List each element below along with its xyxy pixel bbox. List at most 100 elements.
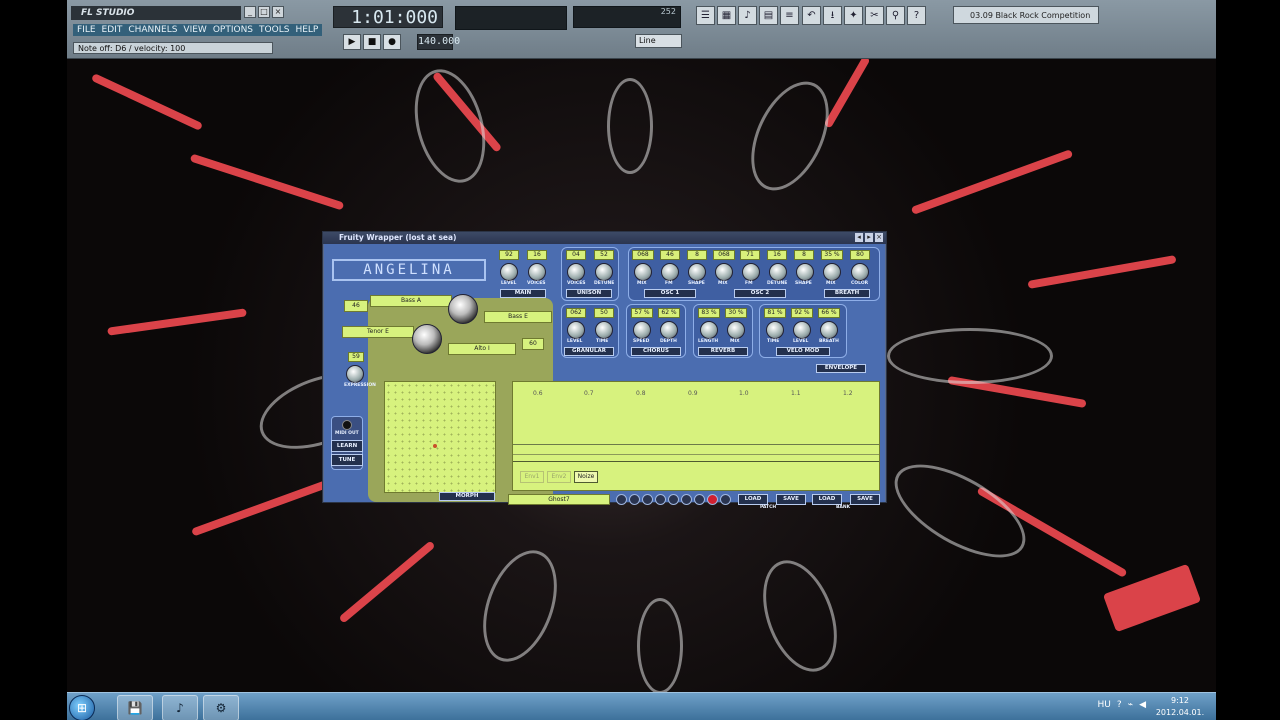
breath-mix-knob[interactable] xyxy=(823,263,841,281)
patch-nav-button[interactable] xyxy=(668,494,679,505)
expression-knob[interactable] xyxy=(346,365,364,383)
plugin-title[interactable]: Fruity Wrapper (lost at sea) xyxy=(323,232,886,244)
browser-icon[interactable]: ▤ xyxy=(759,6,778,25)
learn-button[interactable]: LEARN xyxy=(331,440,363,452)
playlist-icon[interactable]: ☰ xyxy=(696,6,715,25)
maximize-button[interactable]: □ xyxy=(258,6,270,18)
patch-name-field[interactable]: Ghost7 xyxy=(508,494,610,505)
osc1-mix-knob[interactable] xyxy=(634,263,652,281)
project-title[interactable]: 03.09 Black Rock Competition xyxy=(953,6,1099,24)
help-tray-icon[interactable]: ? xyxy=(1117,700,1122,710)
bank-save-button[interactable]: SAVE xyxy=(850,494,880,505)
menu-help[interactable]: HELP xyxy=(295,25,318,35)
patch-nav-button[interactable] xyxy=(655,494,666,505)
patch-record-button[interactable] xyxy=(707,494,718,505)
patch-nav-button[interactable] xyxy=(720,494,731,505)
osc1-fm-knob[interactable] xyxy=(661,263,679,281)
bank-load-button[interactable]: LOAD xyxy=(812,494,842,505)
osc1-mix-value: 068 xyxy=(632,250,654,260)
song-position-display[interactable]: 1:01:000 xyxy=(333,6,443,28)
velo-breath-knob[interactable] xyxy=(820,321,838,339)
breath-color-knob[interactable] xyxy=(851,263,869,281)
mixer-icon[interactable]: ≡ xyxy=(780,6,799,25)
prev-preset-button[interactable]: ◂ xyxy=(855,233,863,242)
tune-button[interactable]: TUNE xyxy=(331,454,363,466)
midi-out-led[interactable] xyxy=(342,420,352,430)
osc1-shape-knob[interactable] xyxy=(688,263,706,281)
env-tick: 0.6 xyxy=(533,390,543,397)
noize-button[interactable]: Noize xyxy=(574,471,598,483)
menu-view[interactable]: VIEW xyxy=(183,25,206,35)
patch-nav-button[interactable] xyxy=(694,494,705,505)
close-button[interactable]: × xyxy=(272,6,284,18)
taskbar-app-control-panel[interactable]: ⚙ xyxy=(203,695,239,720)
clock[interactable]: 9:12 2012.04.01. xyxy=(1148,695,1212,719)
velo-level-label: LEVEL xyxy=(793,339,809,344)
render-icon[interactable]: ✦ xyxy=(844,6,863,25)
volume-icon[interactable]: ◀ xyxy=(1139,700,1146,710)
taskbar-app-save[interactable]: 💾 xyxy=(117,695,153,720)
menu-options[interactable]: OPTIONS xyxy=(213,25,253,35)
env2-button[interactable]: Env2 xyxy=(547,471,571,483)
language-indicator[interactable]: HU xyxy=(1098,700,1111,710)
chorus-speed-knob[interactable] xyxy=(633,321,651,339)
white-disc xyxy=(469,540,571,672)
morph-pad-tenor-e[interactable]: Tenor E xyxy=(342,326,414,338)
morph-cursor[interactable] xyxy=(433,444,437,448)
tempo-display[interactable]: 140.000 xyxy=(417,34,460,50)
piano-roll-icon[interactable]: ♪ xyxy=(738,6,757,25)
velo-level-knob[interactable] xyxy=(793,321,811,339)
main-level-knob[interactable] xyxy=(500,263,518,281)
chorus-depth-knob[interactable] xyxy=(660,321,678,339)
osc2-detune-knob[interactable] xyxy=(769,263,787,281)
morph-pad-bass-e[interactable]: Bass E xyxy=(484,311,552,323)
patch-load-button[interactable]: LOAD xyxy=(738,494,768,505)
morph-pad-alto-i[interactable]: Alto I xyxy=(448,343,516,355)
reverb-mix-knob[interactable] xyxy=(727,321,745,339)
system-tray: HU ? ⌁ ◀ xyxy=(1098,700,1146,710)
undo-icon[interactable]: ↶ xyxy=(802,6,821,25)
patch-save-button[interactable]: SAVE xyxy=(776,494,806,505)
snap-selector[interactable]: Line xyxy=(635,34,682,48)
morph-knob-bottom[interactable] xyxy=(412,324,442,354)
unison-detune-knob[interactable] xyxy=(595,263,613,281)
patch-nav-button[interactable] xyxy=(616,494,627,505)
osc2-shape-knob[interactable] xyxy=(796,263,814,281)
morph-pad-bass-a[interactable]: Bass A xyxy=(370,295,452,307)
granular-level-knob[interactable] xyxy=(567,321,585,339)
play-button[interactable]: ▶ xyxy=(343,34,361,50)
help-icon[interactable]: ? xyxy=(907,6,926,25)
osc1-fm-value: 46 xyxy=(660,250,680,260)
stop-button[interactable]: ■ xyxy=(363,34,381,50)
patch-nav-button[interactable] xyxy=(681,494,692,505)
menu-channels[interactable]: CHANNELS xyxy=(128,25,177,35)
minimize-button[interactable]: _ xyxy=(244,6,256,18)
morph-xy-pad[interactable] xyxy=(384,381,496,493)
start-button[interactable]: ⊞ xyxy=(69,695,95,720)
menu-edit[interactable]: EDIT xyxy=(102,25,123,35)
taskbar-app-fl-studio[interactable]: ♪ xyxy=(162,695,198,720)
plugin-close-button[interactable]: × xyxy=(875,233,883,242)
search-icon[interactable]: ⚲ xyxy=(886,6,905,25)
granular-time-knob[interactable] xyxy=(595,321,613,339)
osc2-fm-knob[interactable] xyxy=(742,263,760,281)
midi-out-label: MIDI OUT xyxy=(335,431,359,436)
osc2-mix-knob[interactable] xyxy=(715,263,733,281)
envelope-editor[interactable]: 0.6 0.7 0.8 0.9 1.0 1.1 1.2 Env1 Env2 No… xyxy=(512,381,880,491)
menu-file[interactable]: FILE xyxy=(77,25,96,35)
main-voices-knob[interactable] xyxy=(528,263,546,281)
step-sequencer-icon[interactable]: ▦ xyxy=(717,6,736,25)
velo-time-knob[interactable] xyxy=(766,321,784,339)
patch-nav-button[interactable] xyxy=(629,494,640,505)
patch-nav-button[interactable] xyxy=(642,494,653,505)
tools-icon[interactable]: ✂ xyxy=(865,6,884,25)
network-icon[interactable]: ⌁ xyxy=(1128,700,1133,710)
menu-tools[interactable]: TOOLS xyxy=(259,25,289,35)
unison-voices-knob[interactable] xyxy=(567,263,585,281)
save-icon[interactable]: ⭳ xyxy=(823,6,842,25)
env1-button[interactable]: Env1 xyxy=(520,471,544,483)
reverb-length-knob[interactable] xyxy=(700,321,718,339)
morph-knob-top[interactable] xyxy=(448,294,478,324)
next-preset-button[interactable]: ▸ xyxy=(865,233,873,242)
record-button[interactable]: ● xyxy=(383,34,401,50)
